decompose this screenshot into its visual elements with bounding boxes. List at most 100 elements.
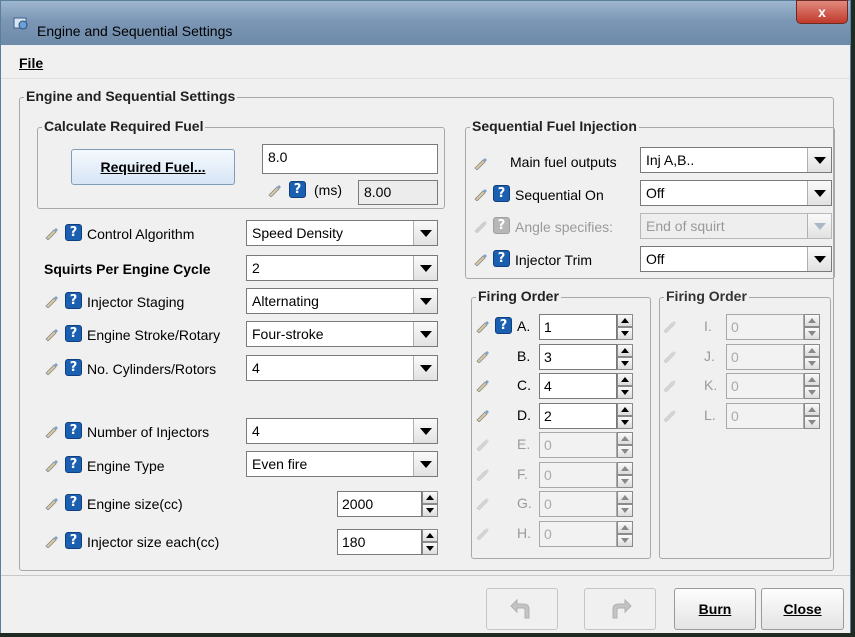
- sequential-on-value: Off: [646, 185, 665, 201]
- help-icon[interactable]: ?: [65, 456, 82, 473]
- main-outputs-select[interactable]: Inj A,B..: [640, 147, 832, 173]
- menu-file[interactable]: File: [19, 55, 43, 71]
- chevron-down-icon: [807, 214, 831, 238]
- edit-pencil-icon[interactable]: [44, 295, 59, 308]
- spinner-down-icon: [804, 386, 820, 399]
- chevron-down-icon[interactable]: [807, 247, 831, 271]
- injector-staging-select[interactable]: Alternating: [246, 288, 438, 314]
- spinner-up-icon: [804, 314, 820, 327]
- spinner-down-icon[interactable]: [617, 415, 633, 429]
- help-icon[interactable]: ?: [493, 250, 510, 267]
- spinner-up-icon[interactable]: [617, 314, 633, 327]
- edit-pencil-icon[interactable]: [473, 157, 488, 170]
- spinner-up-icon[interactable]: [422, 529, 438, 542]
- help-icon[interactable]: ?: [65, 532, 82, 549]
- chevron-down-icon[interactable]: [413, 356, 437, 380]
- required-fuel-button[interactable]: Required Fuel...: [71, 149, 235, 185]
- burn-button[interactable]: Burn: [674, 588, 756, 630]
- help-icon[interactable]: ?: [65, 494, 82, 511]
- help-icon: ?: [493, 217, 510, 234]
- help-icon[interactable]: ?: [65, 422, 82, 439]
- edit-pencil-icon: [474, 221, 487, 233]
- firing-order-value: 3: [544, 348, 552, 365]
- help-icon[interactable]: ?: [289, 181, 306, 198]
- edit-pencil-icon[interactable]: [44, 497, 59, 510]
- title-bar[interactable]: Engine and Sequential Settings x: [1, 0, 850, 45]
- engine-size-spinner[interactable]: 2000: [337, 491, 438, 517]
- firing-order-spinner[interactable]: 3: [539, 343, 633, 370]
- required-fuel-input[interactable]: 8.0: [262, 144, 438, 174]
- help-icon[interactable]: ?: [65, 325, 82, 342]
- help-icon[interactable]: ?: [493, 185, 510, 202]
- menu-bar: File: [1, 45, 850, 79]
- main-outputs-label: Main fuel outputs: [510, 154, 617, 170]
- injector-trim-select[interactable]: Off: [640, 246, 832, 272]
- window-close-button[interactable]: x: [796, 0, 848, 24]
- edit-pencil-icon[interactable]: [44, 362, 59, 375]
- spinner-up-icon: [617, 520, 633, 534]
- dialog-window: Engine and Sequential Settings x File En…: [0, 0, 851, 633]
- firing-order-value: 4: [544, 378, 552, 394]
- chevron-down-icon[interactable]: [413, 452, 437, 476]
- redo-icon: [612, 598, 632, 619]
- spinner-down-icon[interactable]: [617, 327, 633, 340]
- spinner-up-icon[interactable]: [422, 491, 438, 504]
- edit-pencil-icon[interactable]: [475, 409, 490, 422]
- spinner-up-icon[interactable]: [617, 373, 633, 386]
- spinner-down-icon[interactable]: [422, 504, 438, 517]
- firing-order-value: 1: [544, 319, 552, 335]
- edit-pencil-icon[interactable]: [44, 227, 59, 240]
- spinner-down-icon[interactable]: [617, 356, 633, 370]
- edit-pencil-icon[interactable]: [44, 425, 59, 438]
- firing-order-spinner: 0: [539, 491, 633, 517]
- spinner-down-icon[interactable]: [422, 542, 438, 555]
- firing-order-spinner: 0: [539, 432, 633, 458]
- injector-size-spinner[interactable]: 180: [337, 529, 438, 555]
- chevron-down-icon[interactable]: [807, 148, 831, 172]
- chevron-down-icon[interactable]: [413, 322, 437, 346]
- chevron-down-icon[interactable]: [413, 221, 437, 245]
- firing-order-spinner[interactable]: 2: [539, 402, 633, 429]
- control-algorithm-select[interactable]: Speed Density: [246, 220, 438, 246]
- engine-stroke-select[interactable]: Four-stroke: [246, 321, 438, 347]
- firing-order-label: L.: [704, 406, 716, 423]
- help-icon[interactable]: ?: [65, 359, 82, 376]
- spinner-up-icon[interactable]: [617, 343, 633, 357]
- edit-pencil-icon[interactable]: [475, 350, 490, 363]
- chevron-down-icon[interactable]: [807, 181, 831, 205]
- firing-order-spinner[interactable]: 4: [539, 373, 633, 399]
- squirts-label: Squirts Per Engine Cycle: [44, 261, 211, 277]
- firing-order-label: H.: [517, 524, 531, 541]
- spinner-up-icon: [804, 373, 820, 386]
- firing-order-spinner[interactable]: 1: [539, 314, 633, 340]
- num-injectors-select[interactable]: 4: [246, 418, 438, 444]
- edit-pencil-icon[interactable]: [473, 188, 488, 201]
- help-icon[interactable]: ?: [65, 292, 82, 309]
- chevron-down-icon[interactable]: [413, 419, 437, 443]
- firing-order-spinner: 0: [726, 373, 820, 399]
- edit-pencil-icon[interactable]: [267, 184, 282, 197]
- chevron-down-icon[interactable]: [413, 256, 437, 280]
- sequential-on-select[interactable]: Off: [640, 180, 832, 206]
- close-button[interactable]: Close: [761, 588, 844, 630]
- engine-type-select[interactable]: Even fire: [246, 451, 438, 477]
- chevron-down-icon[interactable]: [413, 289, 437, 313]
- help-icon[interactable]: ?: [65, 224, 82, 241]
- edit-pencil-icon[interactable]: [475, 320, 490, 333]
- squirts-select[interactable]: 2: [246, 255, 438, 281]
- help-icon[interactable]: ?: [495, 317, 512, 334]
- edit-pencil-icon[interactable]: [475, 379, 490, 392]
- edit-pencil-icon: [663, 321, 676, 333]
- firing-order-value: 0: [731, 319, 739, 335]
- edit-pencil-icon[interactable]: [473, 253, 488, 266]
- edit-pencil-icon[interactable]: [44, 459, 59, 472]
- edit-pencil-icon[interactable]: [44, 535, 59, 548]
- firing-order-label: G.: [517, 495, 532, 511]
- required-fuel-ms-field: 8.00: [358, 180, 438, 205]
- spinner-down-icon[interactable]: [617, 386, 633, 399]
- spinner-up-icon[interactable]: [617, 402, 633, 416]
- firing-order-label: K.: [704, 377, 718, 393]
- edit-pencil-icon[interactable]: [44, 328, 59, 341]
- cylinders-select[interactable]: 4: [246, 355, 438, 381]
- spinner-up-icon: [617, 491, 633, 504]
